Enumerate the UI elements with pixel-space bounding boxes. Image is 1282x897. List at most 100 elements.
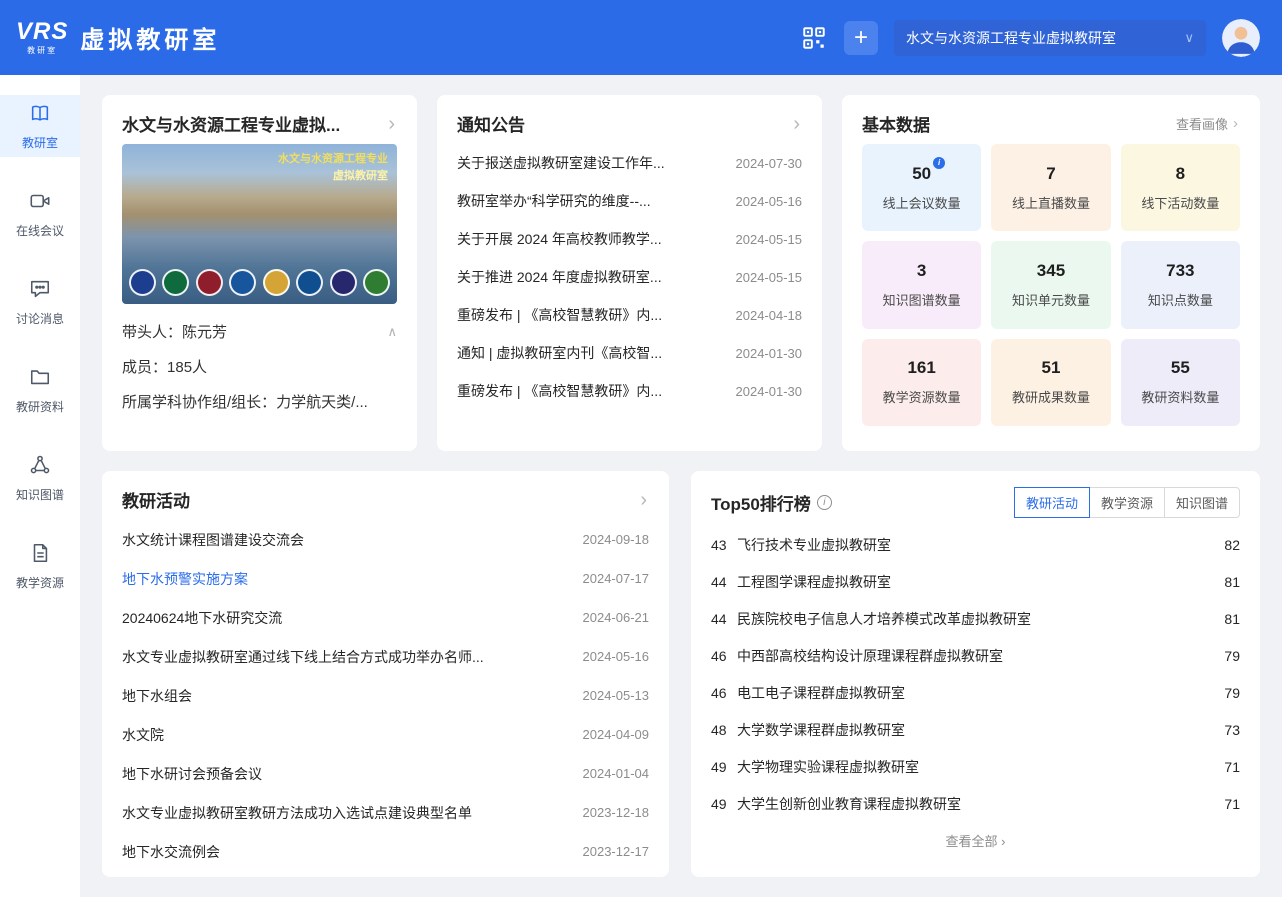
stat-label: 线下活动数量 [1141, 193, 1219, 212]
notice-item[interactable]: 通知 | 虚拟教研室内刊《高校智... 2024-01-30 [457, 334, 802, 372]
app-logo[interactable]: VRS 教研室 [16, 20, 68, 55]
activity-item[interactable]: 水文统计课程图谱建设交流会 2024-09-18 [122, 520, 649, 559]
activity-item[interactable]: 地下水组会 2024-05-13 [122, 676, 649, 715]
notice-date: 2024-01-30 [736, 384, 803, 399]
ranking-row[interactable]: 46 电工电子课程群虚拟教研室 79 [711, 674, 1240, 711]
activity-item[interactable]: 水文专业虚拟教研室通过线下线上结合方式成功举办名师... 2024-05-16 [122, 637, 649, 676]
stat-value: 8 [1176, 164, 1185, 184]
notice-item[interactable]: 重磅发布 | 《高校智慧教研》内... 2024-04-18 [457, 296, 802, 334]
university-logo-icon [129, 269, 156, 296]
ranking-name: 大学数学课程群虚拟教研室 [737, 720, 1210, 740]
plus-icon: + [854, 26, 868, 50]
ranking-score: 79 [1224, 685, 1240, 701]
notice-date: 2024-05-16 [736, 194, 803, 209]
collapse-up-icon[interactable]: ∧ [387, 324, 397, 340]
chevron-right-icon[interactable]: › [638, 490, 649, 510]
notice-title: 重磅发布 | 《高校智慧教研》内... [457, 381, 722, 401]
sidebar-item-knowledge-graph[interactable]: 知识图谱 [0, 447, 80, 509]
banner-title-line2: 虚拟教研室 [278, 168, 388, 185]
notice-date: 2024-05-15 [736, 232, 803, 247]
workspace-select-value: 水文与水资源工程专业虚拟教研室 [906, 28, 1176, 48]
sidebar-item-label: 讨论消息 [16, 310, 64, 327]
group-row: 所属学科协作组/组长： 力学航天类/... [122, 384, 397, 419]
view-all-link[interactable]: 查看全部 › [711, 822, 1240, 850]
notice-item[interactable]: 关于开展 2024 年高校教师教学... 2024-05-15 [457, 220, 802, 258]
sidebar-item-teaching-room[interactable]: 教研室 [0, 95, 80, 157]
notice-date: 2024-01-30 [736, 346, 803, 361]
notice-item[interactable]: 重磅发布 | 《高校智慧教研》内... 2024-01-30 [457, 372, 802, 410]
stat-label: 教研资料数量 [1141, 387, 1219, 406]
qr-scan-icon[interactable] [800, 24, 828, 52]
notice-item[interactable]: 关于报送虚拟教研室建设工作年... 2024-07-30 [457, 144, 802, 182]
ranking-row[interactable]: 48 大学数学课程群虚拟教研室 73 [711, 711, 1240, 748]
app-window: VRS 教研室 虚拟教研室 [0, 0, 1282, 897]
university-logo-icon [196, 269, 223, 296]
info-icon[interactable]: i [933, 157, 945, 169]
activity-date: 2024-07-17 [583, 571, 650, 586]
user-avatar[interactable] [1222, 19, 1260, 57]
leader-label: 带头人： [122, 321, 182, 342]
notice-item[interactable]: 教研室举办“科学研究的维度--... 2024-05-16 [457, 182, 802, 220]
stat-value: 50i [912, 164, 931, 184]
activity-item[interactable]: 地下水交流例会 2023-12-17 [122, 832, 649, 871]
activity-item[interactable]: 地下水预警实施方案 2024-07-17 [122, 559, 649, 598]
notice-date: 2024-04-18 [736, 308, 803, 323]
ranking-row[interactable]: 49 大学生创新创业教育课程虚拟教研室 71 [711, 785, 1240, 822]
ranking-row[interactable]: 49 大学物理实验课程虚拟教研室 71 [711, 748, 1240, 785]
ranking-rank: 43 [711, 537, 737, 553]
sidebar-item-online-meeting[interactable]: 在线会议 [0, 183, 80, 245]
sidebar-item-materials[interactable]: 教研资料 [0, 359, 80, 421]
activity-item[interactable]: 20240624地下水研究交流 2024-06-21 [122, 598, 649, 637]
ranking-score: 73 [1224, 722, 1240, 738]
ranking-name: 电工电子课程群虚拟教研室 [737, 683, 1210, 703]
chevron-right-icon[interactable]: › [791, 114, 802, 134]
ranking-tabs: 教研活动教学资源知识图谱 [1015, 487, 1240, 518]
sidebar-item-discussion[interactable]: 讨论消息 [0, 271, 80, 333]
workspace-select[interactable]: 水文与水资源工程专业虚拟教研室 ∨ [894, 20, 1206, 56]
university-logo-icon [229, 269, 256, 296]
ranking-row[interactable]: 46 中西部高校结构设计原理课程群虚拟教研室 79 [711, 637, 1240, 674]
activity-title: 地下水交流例会 [122, 842, 569, 862]
add-button[interactable]: + [844, 21, 878, 55]
activity-title: 水文统计课程图谱建设交流会 [122, 530, 569, 550]
stat-value: 3 [917, 261, 926, 281]
stats-title: 基本数据 [862, 111, 930, 136]
sidebar-item-teaching-resources[interactable]: 教学资源 [0, 535, 80, 597]
room-card: 水文与水资源工程专业虚拟... › 水文与水资源工程专业 虚拟教研室 带头人： … [102, 95, 417, 451]
stats-grid: 50i 线上会议数量 7 线上直播数量 8 线下活动数量 [862, 144, 1240, 426]
university-logos [129, 269, 390, 296]
notice-item[interactable]: 关于推进 2024 年度虚拟教研室... 2024-05-15 [457, 258, 802, 296]
notice-title: 通知 | 虚拟教研室内刊《高校智... [457, 343, 722, 363]
activity-item[interactable]: 水文专业虚拟教研室教研方法成功入选试点建设典型名单 2023-12-18 [122, 793, 649, 832]
activity-item[interactable]: 地下水研讨会预备会议 2024-01-04 [122, 754, 649, 793]
view-all-label: 查看全部 [946, 834, 998, 849]
ranking-score: 71 [1224, 796, 1240, 812]
activity-title: 水文专业虚拟教研室教研方法成功入选试点建设典型名单 [122, 803, 569, 823]
activity-date: 2024-05-13 [583, 688, 650, 703]
activity-item[interactable]: 水文院 2024-04-09 [122, 715, 649, 754]
chat-icon [29, 278, 51, 303]
ranking-tab[interactable]: 教学资源 [1089, 487, 1165, 518]
ranking-row[interactable]: 44 民族院校电子信息人才培养模式改革虚拟教研室 81 [711, 600, 1240, 637]
stat-tile: 51 教研成果数量 [991, 339, 1110, 426]
ranking-row[interactable]: 43 飞行技术专业虚拟教研室 82 [711, 526, 1240, 563]
sidebar-item-label: 知识图谱 [16, 486, 64, 503]
activities-card: 教研活动 › 水文统计课程图谱建设交流会 2024-09-18 地下水预警实施方… [102, 471, 669, 877]
chevron-right-icon[interactable]: › [386, 114, 397, 134]
stat-label: 教学资源数量 [883, 387, 961, 406]
ranking-list: 43 飞行技术专业虚拟教研室 82 44 工程图学课程虚拟教研室 81 44 [711, 526, 1240, 822]
ranking-tab[interactable]: 教研活动 [1014, 487, 1090, 518]
ranking-tab[interactable]: 知识图谱 [1164, 487, 1240, 518]
members-count: 185人 [167, 356, 207, 377]
ranking-rank: 49 [711, 796, 737, 812]
stat-tile: 8 线下活动数量 [1121, 144, 1240, 231]
view-profile-link[interactable]: 查看画像 › [1176, 114, 1240, 133]
activities-title: 教研活动 [122, 487, 190, 512]
info-icon[interactable]: i [817, 495, 832, 510]
stat-tile: 161 教学资源数量 [862, 339, 981, 426]
stat-value: 55 [1171, 358, 1190, 378]
ranking-rank: 46 [711, 648, 737, 664]
ranking-score: 81 [1224, 574, 1240, 590]
ranking-row[interactable]: 44 工程图学课程虚拟教研室 81 [711, 563, 1240, 600]
stat-label: 线上会议数量 [883, 193, 961, 212]
